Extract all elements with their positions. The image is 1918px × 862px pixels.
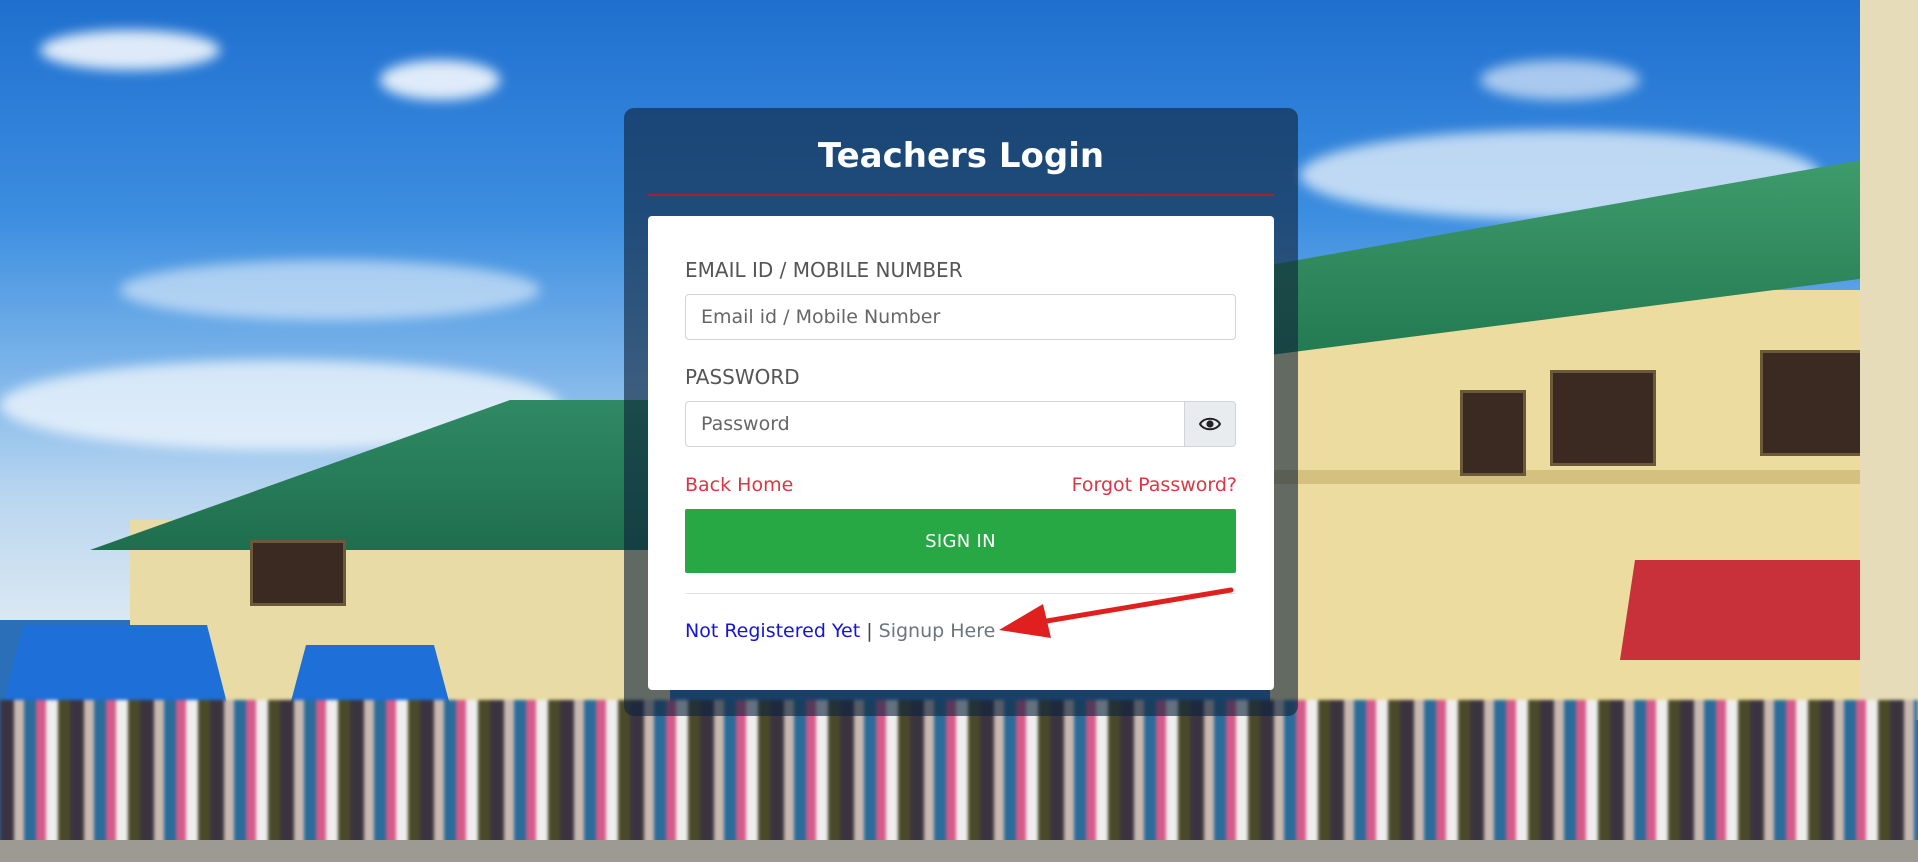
window (1760, 350, 1876, 456)
eye-icon (1199, 417, 1221, 431)
login-title: Teachers Login (817, 136, 1105, 176)
cloud (380, 60, 500, 100)
window (250, 540, 346, 606)
balcony-rail (1270, 470, 1918, 484)
title-divider (648, 194, 1274, 196)
ground (0, 840, 1918, 862)
signup-link[interactable]: Signup Here (879, 620, 996, 642)
window (1550, 370, 1656, 466)
password-input[interactable] (685, 401, 1185, 447)
password-label: PASSWORD (685, 365, 800, 389)
signup-row: Not Registered Yet | Signup Here (685, 620, 995, 642)
sign-in-button[interactable]: SIGN IN (685, 509, 1236, 573)
separator: | (866, 620, 873, 642)
blue-tent (290, 645, 450, 705)
email-input[interactable] (685, 294, 1236, 340)
window (1460, 390, 1526, 476)
forgot-password-link[interactable]: Forgot Password? (1072, 474, 1237, 496)
pillar (1860, 0, 1918, 720)
show-password-button[interactable] (1184, 401, 1236, 447)
red-arrow-icon (999, 587, 1234, 638)
crowd (0, 700, 1918, 862)
email-label: EMAIL ID / MOBILE NUMBER (685, 258, 963, 282)
not-registered-text: Not Registered Yet (685, 620, 861, 642)
cloud (120, 260, 540, 320)
back-home-link[interactable]: Back Home (685, 474, 793, 496)
cloud (40, 30, 220, 70)
cloud (1480, 60, 1640, 100)
